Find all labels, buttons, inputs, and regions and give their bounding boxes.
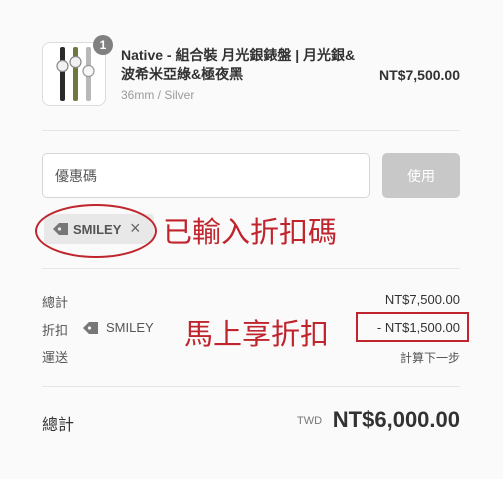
- quantity-badge: 1: [93, 35, 113, 55]
- tag-icon: [82, 320, 100, 341]
- subtotal-value: NT$7,500.00: [384, 292, 460, 307]
- apply-discount-button[interactable]: 使用: [382, 153, 460, 198]
- product-name: Native - 組合裝 月光銀錶盤 | 月光銀&波希米亞綠&極夜黑: [121, 47, 356, 82]
- shipping-value: 計算下一步: [399, 351, 460, 365]
- subtotal-label: 總計: [42, 295, 69, 310]
- currency-code: TWD: [297, 415, 323, 427]
- divider: [42, 268, 460, 269]
- annotation-ellipse: [35, 204, 157, 258]
- divider: [42, 386, 460, 387]
- product-variant: 36mm / Silver: [121, 88, 195, 102]
- discount-code-label: SMILEY: [106, 320, 154, 335]
- discount-code-input[interactable]: [42, 153, 370, 198]
- discount-label: 折扣: [42, 323, 69, 338]
- shipping-label: 運送: [42, 350, 69, 365]
- total-label: 總計: [42, 417, 75, 434]
- total-amount: NT$6,000.00: [332, 407, 460, 432]
- annotation-discount-applied: 馬上享折扣: [184, 317, 330, 351]
- discount-value: - NT$1,500.00: [376, 320, 460, 335]
- product-price: NT$7,500.00: [379, 67, 460, 83]
- annotation-code-entered: 已輸入折扣碼: [163, 215, 338, 249]
- divider: [42, 130, 460, 131]
